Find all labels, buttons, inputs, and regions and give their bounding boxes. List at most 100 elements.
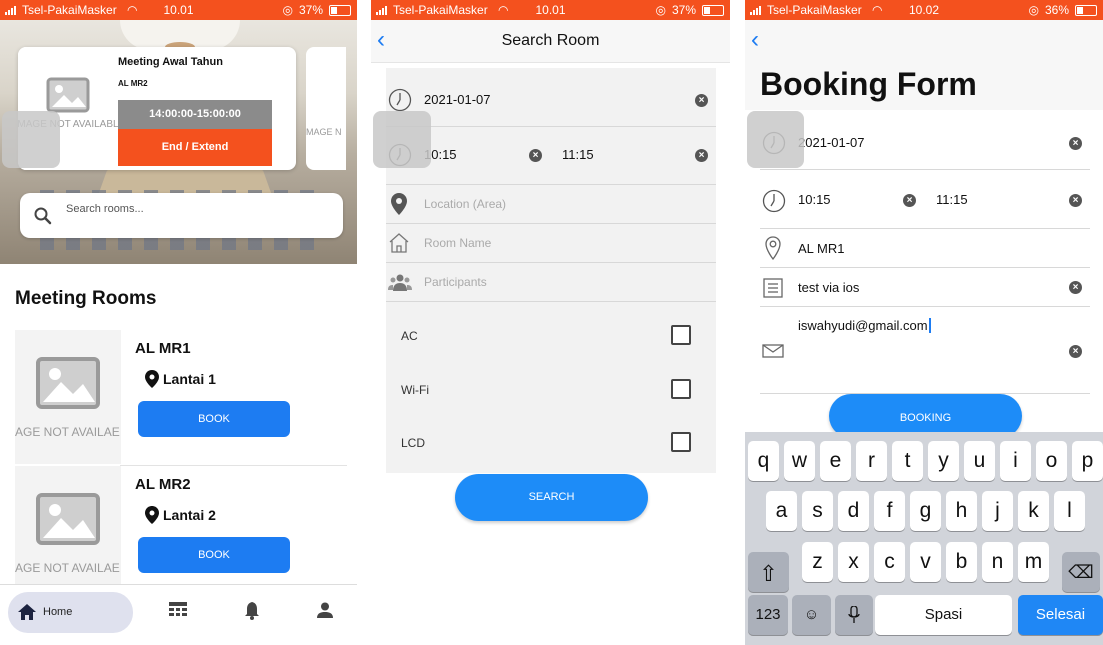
key-f[interactable]: f <box>874 491 905 531</box>
search-button[interactable]: SEARCH <box>455 474 648 521</box>
search-rooms-input[interactable]: Search rooms... <box>20 193 343 238</box>
time-range-field[interactable]: 10:15 × 11:15 × <box>760 170 1090 229</box>
key-y[interactable]: y <box>928 441 959 481</box>
clear-icon[interactable]: × <box>1069 281 1082 294</box>
image-icon <box>36 493 100 545</box>
backspace-key[interactable]: ⌫ <box>1062 552 1100 592</box>
key-a[interactable]: a <box>766 491 797 531</box>
keyboard: qwertyuiop asdfghjkl zxcvbnm ⇧ ⌫ 123 ☺ S… <box>745 432 1103 645</box>
next-event-card[interactable]: MAGE N <box>306 47 346 170</box>
location-pin-icon <box>145 370 159 388</box>
key-l[interactable]: l <box>1054 491 1085 531</box>
end-time-value[interactable]: 11:15 <box>562 147 594 162</box>
clock-icon <box>762 189 786 213</box>
key-o[interactable]: o <box>1036 441 1067 481</box>
wifi-checkbox[interactable] <box>671 379 691 399</box>
ac-checkbox[interactable] <box>671 325 691 345</box>
key-c[interactable]: c <box>874 542 905 582</box>
alarm-icon: ◎ <box>282 3 293 17</box>
participants-field[interactable]: Participants <box>386 263 716 302</box>
key-z[interactable]: z <box>802 542 833 582</box>
room-card[interactable]: AGE NOT AVAILAE AL MR1 Lantai 1 BOOK <box>15 330 347 464</box>
key-r[interactable]: r <box>856 441 887 481</box>
time-range-field[interactable]: 10:15 × 11:15 × <box>386 127 716 185</box>
email-value[interactable]: iswahyudi@gmail.com <box>798 318 931 333</box>
book-button[interactable]: BOOK <box>138 401 290 437</box>
clear-icon[interactable]: × <box>1069 194 1082 207</box>
search-placeholder: Search rooms... <box>66 203 144 215</box>
key-p[interactable]: p <box>1072 441 1103 481</box>
table-icon[interactable] <box>169 602 187 618</box>
image-icon <box>36 357 100 409</box>
date-field[interactable]: 2021-01-07 × <box>386 78 716 127</box>
key-x[interactable]: x <box>838 542 869 582</box>
bell-icon[interactable] <box>244 602 260 620</box>
alarm-icon: ◎ <box>1028 3 1039 17</box>
key-v[interactable]: v <box>910 542 941 582</box>
location-field[interactable]: Location (Area) <box>386 185 716 224</box>
location-pin-icon <box>391 193 407 215</box>
end-time-value[interactable]: 11:15 <box>936 192 968 207</box>
room-image-placeholder: AGE NOT AVAILAE <box>15 330 121 464</box>
email-field[interactable]: iswahyudi@gmail.com × <box>760 307 1090 394</box>
key-u[interactable]: u <box>964 441 995 481</box>
key-s[interactable]: s <box>802 491 833 531</box>
clear-icon[interactable]: × <box>695 94 708 107</box>
clear-icon[interactable]: × <box>529 149 542 162</box>
lcd-checkbox[interactable] <box>671 432 691 452</box>
key-n[interactable]: n <box>982 542 1013 582</box>
key-q[interactable]: q <box>748 441 779 481</box>
key-h[interactable]: h <box>946 491 977 531</box>
alarm-icon: ◎ <box>655 3 666 17</box>
shift-key[interactable]: ⇧ <box>748 552 789 592</box>
start-time-value[interactable]: 10:15 <box>798 192 831 207</box>
back-chevron-icon[interactable]: ‹ <box>751 28 759 52</box>
microphone-key[interactable] <box>835 595 873 635</box>
key-g[interactable]: g <box>910 491 941 531</box>
clock-icon <box>388 88 412 112</box>
key-b[interactable]: b <box>946 542 977 582</box>
nav-home[interactable]: Home <box>8 592 133 633</box>
clear-icon[interactable]: × <box>695 149 708 162</box>
emoji-key[interactable]: ☺ <box>792 595 831 635</box>
mail-icon <box>762 344 784 358</box>
house-icon <box>389 233 409 253</box>
room-card[interactable]: AGE NOT AVAILAE AL MR2 Lantai 2 BOOK <box>15 466 347 600</box>
clear-icon[interactable]: × <box>1069 137 1082 150</box>
agenda-field[interactable]: test via ios × <box>760 268 1090 307</box>
key-j[interactable]: j <box>982 491 1013 531</box>
key-m[interactable]: m <box>1018 542 1049 582</box>
status-bar: Tsel-PakaiMasker ◠ 10.01 ◎ 37% <box>371 0 730 20</box>
key-t[interactable]: t <box>892 441 923 481</box>
date-field[interactable]: 2021-01-07 × <box>760 121 1090 170</box>
key-i[interactable]: i <box>1000 441 1031 481</box>
clear-icon[interactable]: × <box>1069 345 1082 358</box>
key-d[interactable]: d <box>838 491 869 531</box>
person-icon[interactable] <box>317 602 333 618</box>
location-pin-icon <box>145 506 159 524</box>
touch-indicator <box>2 111 60 168</box>
agenda-value: test via ios <box>798 280 860 295</box>
room-field[interactable]: AL MR1 <box>760 229 1090 268</box>
facility-wifi[interactable]: Wi-Fi <box>401 375 691 405</box>
image-icon <box>46 77 90 113</box>
image-placeholder-text: MAGE N <box>306 127 342 137</box>
end-extend-button[interactable]: End / Extend <box>118 129 272 166</box>
key-k[interactable]: k <box>1018 491 1049 531</box>
clear-icon[interactable]: × <box>903 194 916 207</box>
done-key[interactable]: Selesai <box>1018 595 1103 635</box>
book-button[interactable]: BOOK <box>138 537 290 573</box>
home-icon <box>18 604 36 620</box>
room-location-label: Lantai 2 <box>163 507 216 523</box>
key-w[interactable]: w <box>784 441 815 481</box>
location-placeholder: Location (Area) <box>424 197 507 211</box>
nav-home-label: Home <box>43 606 73 618</box>
facility-ac[interactable]: AC <box>401 321 691 351</box>
key-e[interactable]: e <box>820 441 851 481</box>
facility-label: AC <box>401 329 418 343</box>
space-key[interactable]: Spasi <box>875 595 1012 635</box>
numbers-key[interactable]: 123 <box>748 595 788 635</box>
facility-lcd[interactable]: LCD <box>401 428 691 458</box>
touch-indicator <box>747 111 804 168</box>
room-name-field[interactable]: Room Name <box>386 224 716 263</box>
